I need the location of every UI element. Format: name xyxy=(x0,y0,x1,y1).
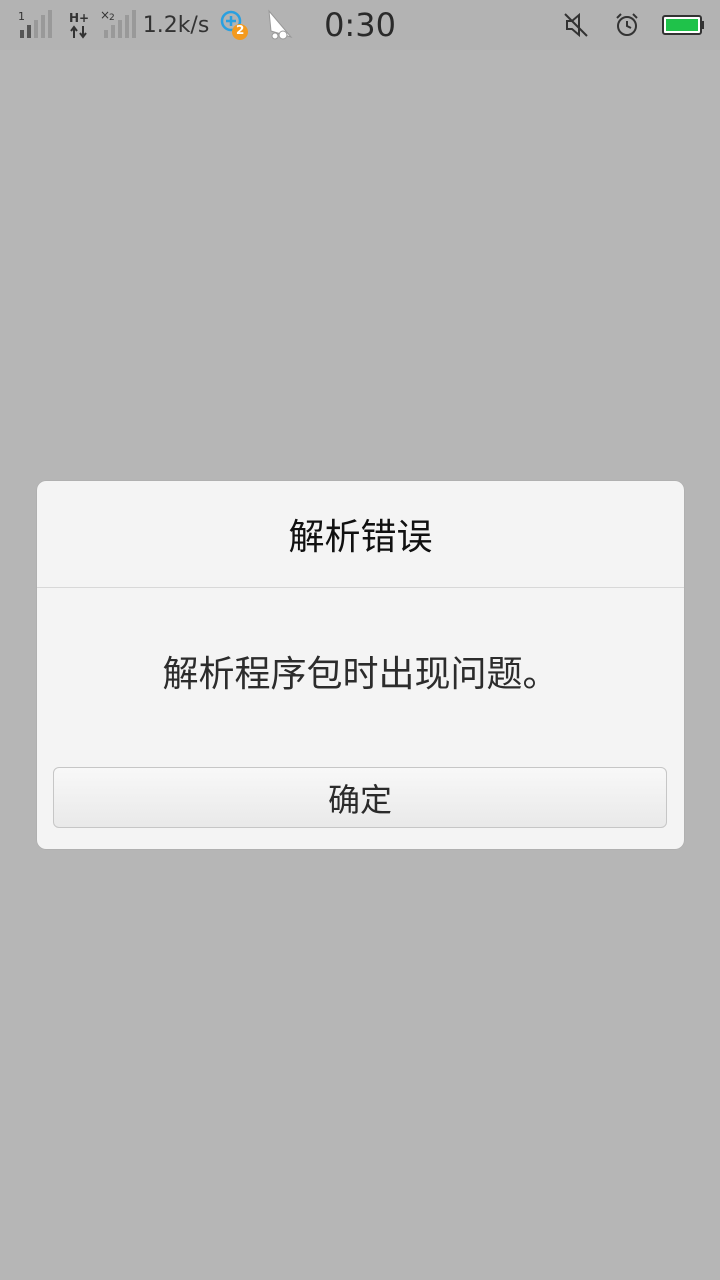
app-notification-icon xyxy=(220,10,248,40)
alarm-status xyxy=(612,0,642,50)
net-speed-text: 1.2k/s xyxy=(142,12,210,38)
sim2-label: 2 xyxy=(109,13,115,23)
sim2-signal: × 2 xyxy=(100,0,140,50)
network-type-label: H+ xyxy=(68,11,90,25)
network-type: H+ xyxy=(66,0,92,50)
ok-button[interactable]: 确定 xyxy=(53,767,667,828)
net-speed: 1.2k/s xyxy=(142,0,210,50)
mute-status xyxy=(562,0,590,50)
notification-count: 2 xyxy=(236,23,245,37)
alarm-icon xyxy=(616,13,638,36)
dialog-title: 解析错误 xyxy=(288,517,433,558)
app-notification: 2 xyxy=(218,0,252,50)
parse-error-dialog: 解析错误 解析程序包时出现问题。 确定 xyxy=(37,481,684,849)
sim1-label: 1 xyxy=(18,10,25,23)
sim1-signal: 1 xyxy=(16,0,56,50)
mute-icon xyxy=(564,12,588,38)
bird-app xyxy=(264,0,296,50)
status-time: 0:30 xyxy=(318,0,402,50)
time-text: 0:30 xyxy=(324,6,396,44)
battery-icon xyxy=(662,15,704,35)
data-arrows-icon xyxy=(70,25,87,39)
dialog-divider xyxy=(37,587,684,588)
battery-status xyxy=(662,0,706,50)
dialog-message: 解析程序包时出现问题。 xyxy=(162,654,559,695)
status-bar: 1 H+ × 2 1.2k/s 2 0:30 xyxy=(0,0,720,50)
bird-app-icon xyxy=(268,9,293,40)
